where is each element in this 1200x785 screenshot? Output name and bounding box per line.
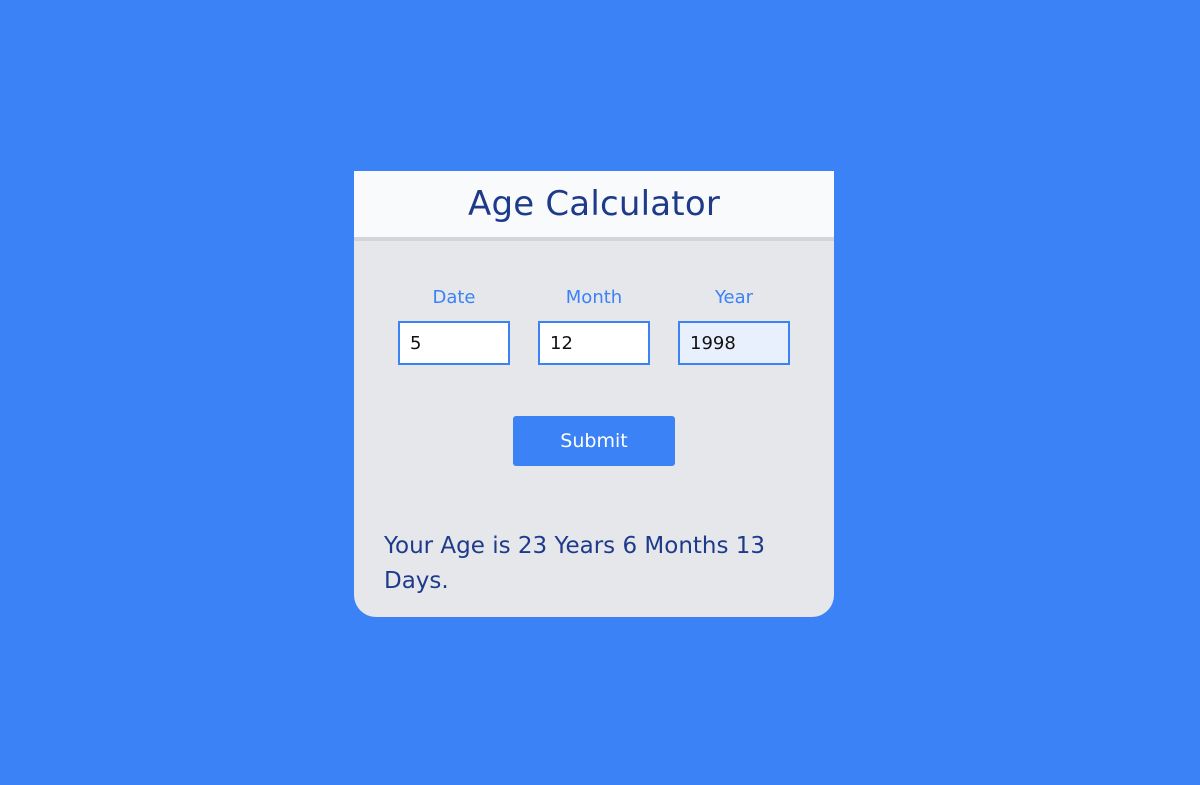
month-input[interactable] (538, 321, 650, 365)
date-fields: Date Month Year (398, 287, 790, 365)
year-field-group: Year (678, 287, 790, 365)
date-label: Date (432, 287, 476, 308)
submit-button[interactable]: Submit (513, 416, 675, 466)
date-field-group: Date (398, 287, 510, 365)
card-header: Age Calculator (354, 171, 834, 241)
month-label: Month (565, 287, 623, 308)
date-input[interactable] (398, 321, 510, 365)
year-label: Year (714, 287, 754, 308)
month-field-group: Month (538, 287, 650, 365)
age-result-text: Your Age is 23 Years 6 Months 13 Days. (384, 533, 766, 594)
page-title: Age Calculator (467, 184, 721, 224)
year-input[interactable] (678, 321, 790, 365)
age-calculator-card: Age Calculator Date Month Year Submit Yo… (354, 171, 834, 617)
